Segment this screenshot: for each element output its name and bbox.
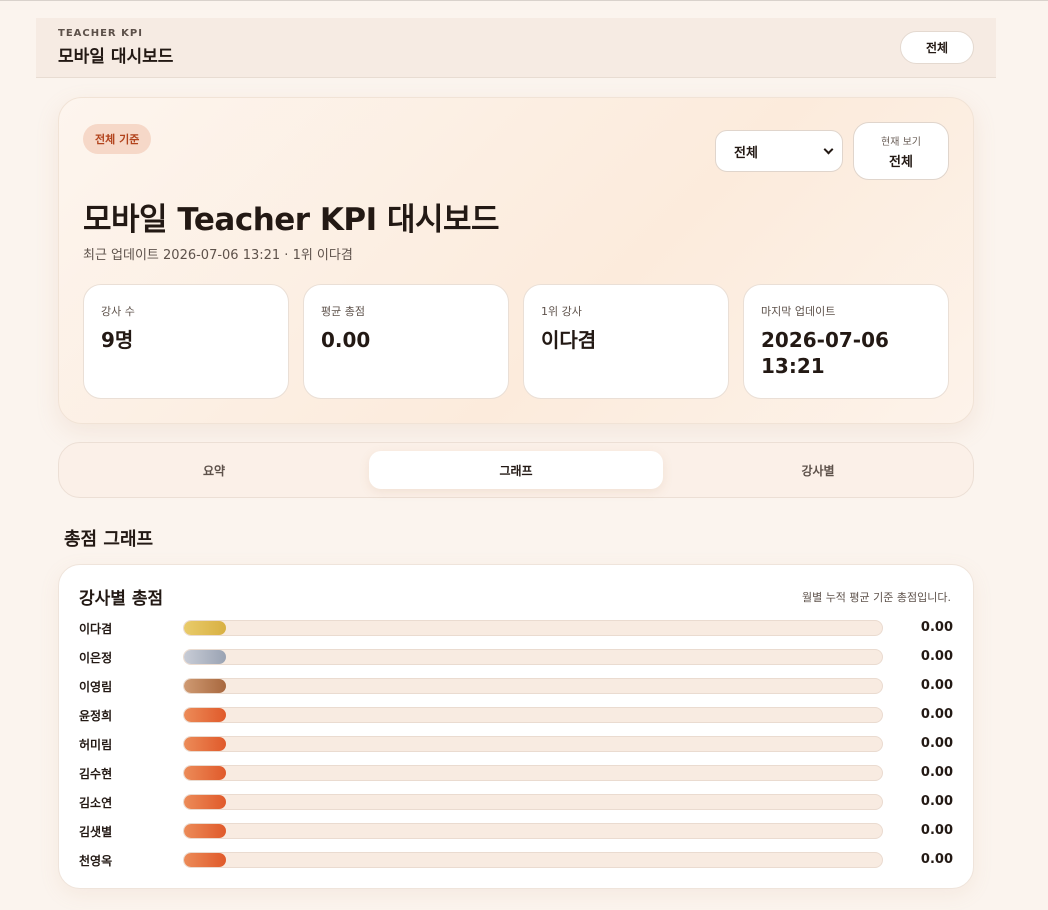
stat-card-teacher-count: 강사 수 9명 bbox=[83, 284, 289, 399]
tab-graph[interactable]: 그래프 bbox=[369, 451, 663, 489]
stat-card-average-score: 평균 총점 0.00 bbox=[303, 284, 509, 399]
score-value: 0.00 bbox=[920, 620, 953, 635]
chart-note: 월별 누적 평균 기준 총점입니다. bbox=[801, 591, 951, 604]
chart-row: 김소연 0.00 bbox=[79, 792, 953, 812]
score-bar bbox=[184, 824, 226, 838]
score-value: 0.00 bbox=[920, 707, 953, 722]
teacher-name: 김수현 bbox=[79, 767, 113, 781]
scope-select-value: 전체 bbox=[734, 145, 758, 161]
page-title: 모바일 Teacher KPI 대시보드 bbox=[83, 202, 500, 238]
score-value: 0.00 bbox=[920, 765, 953, 780]
teacher-name: 이영림 bbox=[79, 680, 113, 694]
stat-label: 마지막 업데이트 bbox=[761, 305, 836, 318]
current-view-label: 현재 보기 bbox=[881, 136, 921, 148]
teacher-name: 윤정희 bbox=[79, 709, 113, 723]
filter-all-button[interactable]: 전체 bbox=[900, 31, 974, 64]
tab-by-teacher[interactable]: 강사별 bbox=[671, 451, 965, 489]
score-bar bbox=[184, 708, 226, 722]
hero-panel: 전체 기준 전체 현재 보기 전체 모바일 Teacher KPI 대시보드 최… bbox=[58, 97, 974, 424]
score-bar bbox=[184, 737, 226, 751]
score-bar-track bbox=[183, 765, 883, 781]
section-title: 총점 그래프 bbox=[64, 529, 154, 550]
score-bar bbox=[184, 853, 226, 867]
score-bar-track bbox=[183, 707, 883, 723]
score-bar bbox=[184, 679, 226, 693]
stat-card-last-update: 마지막 업데이트 2026-07-06 13:21 bbox=[743, 284, 949, 399]
chart-row: 이다겸 0.00 bbox=[79, 618, 953, 638]
teacher-name: 이다겸 bbox=[79, 622, 113, 636]
score-value: 0.00 bbox=[920, 794, 953, 809]
chart-row: 이영림 0.00 bbox=[79, 676, 953, 696]
score-bar-track bbox=[183, 852, 883, 868]
stat-label: 1위 강사 bbox=[541, 305, 582, 318]
score-value: 0.00 bbox=[920, 649, 953, 664]
stat-card-top-teacher: 1위 강사 이다겸 bbox=[523, 284, 729, 399]
chart-row: 윤정희 0.00 bbox=[79, 705, 953, 725]
score-bar bbox=[184, 650, 226, 664]
stat-label: 강사 수 bbox=[101, 305, 135, 318]
stat-value: 이다겸 bbox=[541, 328, 597, 352]
chart-title: 강사별 총점 bbox=[79, 589, 164, 609]
teacher-name: 김소연 bbox=[79, 796, 113, 810]
chevron-down-icon bbox=[823, 144, 834, 154]
page-subtitle: 최근 업데이트 2026-07-06 13:21 · 1위 이다겸 bbox=[83, 248, 353, 263]
score-bar-track bbox=[183, 678, 883, 694]
stat-value: 0.00 bbox=[321, 328, 371, 352]
score-value: 0.00 bbox=[920, 736, 953, 751]
teacher-name: 이은정 bbox=[79, 651, 113, 665]
teacher-name: 천영옥 bbox=[79, 854, 113, 868]
score-bar-track bbox=[183, 649, 883, 665]
top-bar: TEACHER KPI 모바일 대시보드 전체 bbox=[36, 18, 996, 78]
brand-eyebrow: TEACHER KPI bbox=[58, 28, 143, 39]
teacher-name: 허미림 bbox=[79, 738, 113, 752]
score-bar bbox=[184, 621, 226, 635]
score-bar-track bbox=[183, 823, 883, 839]
score-bar-track bbox=[183, 620, 883, 636]
teacher-name: 김샛별 bbox=[79, 825, 113, 839]
score-value: 0.00 bbox=[920, 852, 953, 867]
chart-row: 김수현 0.00 bbox=[79, 763, 953, 783]
chart-row: 천영옥 0.00 bbox=[79, 850, 953, 870]
chart-row: 이은정 0.00 bbox=[79, 647, 953, 667]
stat-label: 평균 총점 bbox=[321, 305, 365, 318]
stat-value: 2026-07-06 13:21 bbox=[761, 328, 889, 378]
score-bar-track bbox=[183, 794, 883, 810]
chart-row: 허미림 0.00 bbox=[79, 734, 953, 754]
scope-badge: 전체 기준 bbox=[83, 124, 152, 154]
view-tabs: 요약 그래프 강사별 bbox=[58, 442, 974, 498]
score-chart-card: 강사별 총점 월별 누적 평균 기준 총점입니다. 이다겸 0.00 이은정 0.00… bbox=[58, 564, 974, 889]
stat-value: 9명 bbox=[101, 328, 134, 352]
scope-select[interactable]: 전체 bbox=[715, 130, 843, 172]
score-value: 0.00 bbox=[920, 823, 953, 838]
current-view-box: 현재 보기 전체 bbox=[853, 122, 949, 180]
brand-title: 모바일 대시보드 bbox=[58, 47, 174, 67]
chart-row: 김샛별 0.00 bbox=[79, 821, 953, 841]
score-bar-track bbox=[183, 736, 883, 752]
current-view-value: 전체 bbox=[889, 154, 913, 170]
score-value: 0.00 bbox=[920, 678, 953, 693]
tab-summary[interactable]: 요약 bbox=[67, 451, 361, 489]
brand: TEACHER KPI 모바일 대시보드 bbox=[58, 28, 173, 67]
score-bar bbox=[184, 795, 226, 809]
score-bar bbox=[184, 766, 226, 780]
